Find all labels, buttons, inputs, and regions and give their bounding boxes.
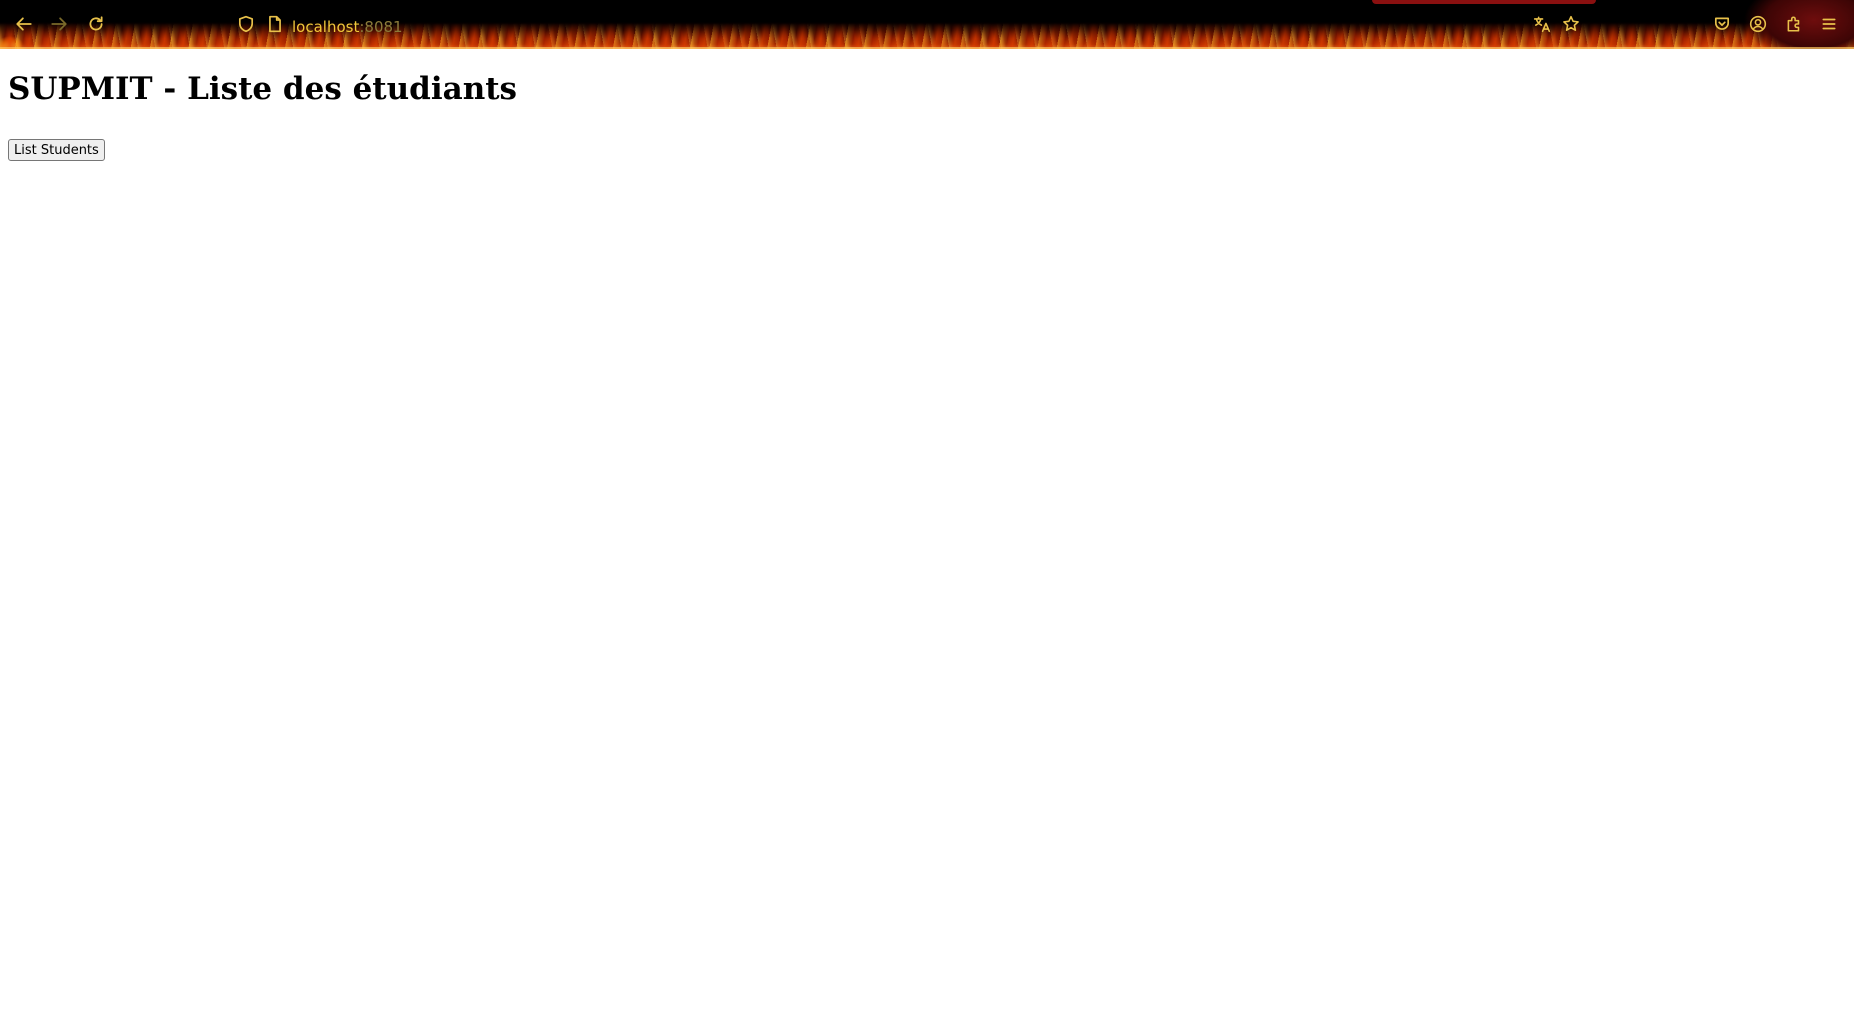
account-icon[interactable]: [1748, 14, 1768, 34]
back-arrow-icon[interactable]: [14, 14, 34, 34]
url-host-text: localhost: [292, 18, 360, 36]
forward-arrow-icon[interactable]: [49, 14, 69, 34]
url-port-text: :8081: [359, 18, 403, 36]
page-viewport: SUPMIT - Liste des étudiants List Studen…: [0, 49, 1854, 1012]
page-title: SUPMIT - Liste des étudiants: [8, 71, 518, 107]
hamburger-menu-icon[interactable]: [1819, 14, 1839, 34]
browser-toolbar: localhost :8081: [0, 0, 1854, 49]
list-students-button[interactable]: List Students: [8, 139, 105, 161]
page-info-icon[interactable]: [265, 14, 285, 34]
url-bar[interactable]: localhost :8081: [292, 16, 403, 38]
pocket-icon[interactable]: [1712, 14, 1732, 34]
extensions-puzzle-icon[interactable]: [1784, 14, 1804, 34]
shield-icon[interactable]: [236, 14, 256, 34]
tab-strip-hint: [1372, 0, 1596, 4]
translate-icon[interactable]: [1532, 14, 1552, 34]
reload-icon[interactable]: [86, 14, 106, 34]
bookmark-star-icon[interactable]: [1561, 14, 1581, 34]
